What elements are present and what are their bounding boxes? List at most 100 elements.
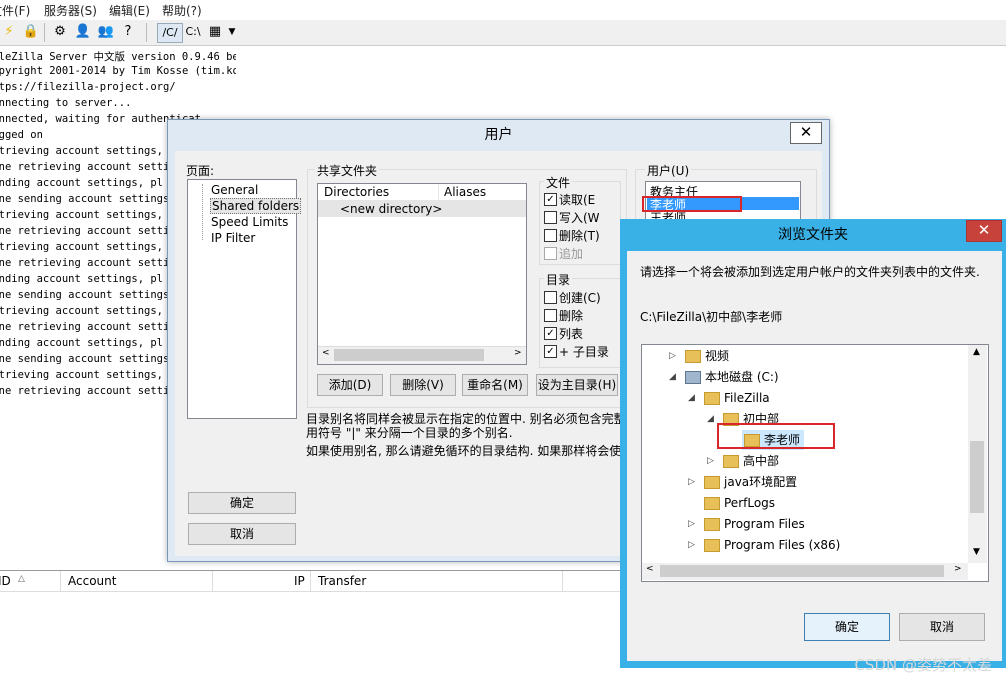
checkbox-label[interactable]: 删除(T) bbox=[559, 227, 600, 244]
scroll-right-icon[interactable]: > bbox=[954, 564, 962, 574]
checkbox[interactable]: ✓ bbox=[544, 327, 557, 340]
add-button[interactable]: 添加(D) bbox=[317, 374, 383, 396]
tree-item[interactable]: 本地磁盘 (C:) bbox=[685, 367, 779, 387]
vertical-scrollbar[interactable]: ▲ ▼ bbox=[968, 345, 987, 563]
grid-icon[interactable]: ▦ bbox=[206, 23, 224, 41]
log-line: Retrieving account settings, please wait… bbox=[0, 145, 162, 157]
close-button[interactable]: ✕ bbox=[790, 122, 822, 144]
set-home-button[interactable]: 设为主目录(H) bbox=[536, 374, 618, 396]
scroll-right-icon[interactable]: > bbox=[514, 348, 522, 358]
collapse-arrow-icon[interactable]: ◢ bbox=[669, 372, 676, 382]
chevron-down-icon[interactable]: ▼ bbox=[226, 23, 238, 41]
scroll-left-icon[interactable]: < bbox=[646, 564, 654, 574]
path-style-button[interactable]: /C/ bbox=[157, 23, 183, 43]
expand-arrow-icon[interactable]: ▷ bbox=[669, 351, 676, 361]
checkbox-label[interactable]: 写入(W bbox=[559, 209, 600, 226]
page-shared-folders[interactable]: Shared folders bbox=[210, 198, 302, 214]
ok-button[interactable]: 确定 bbox=[188, 492, 296, 514]
tree-item[interactable]: 高中部 bbox=[723, 451, 779, 471]
list-item[interactable]: <new directory> bbox=[318, 201, 526, 217]
tree-item[interactable]: 视频 bbox=[685, 346, 729, 366]
checkbox[interactable]: ✓ bbox=[544, 193, 557, 206]
log-line: FileZilla Server 中文版 version 0.9.46 beta bbox=[0, 51, 236, 63]
path-style-button-2[interactable]: C:\ bbox=[182, 23, 204, 41]
folder-icon bbox=[723, 455, 739, 468]
checkbox-label[interactable]: 追加 bbox=[559, 245, 583, 262]
directories-list[interactable]: Directories Aliases <new directory> < > bbox=[317, 183, 527, 365]
col-id[interactable]: ID bbox=[0, 574, 11, 588]
users-label: 用户(U) bbox=[645, 162, 692, 179]
col-account[interactable]: Account bbox=[68, 574, 116, 588]
checkbox-label[interactable]: 删除 bbox=[559, 307, 583, 324]
cancel-button[interactable]: 取消 bbox=[899, 613, 985, 641]
lock-icon[interactable]: 🔒 bbox=[22, 23, 40, 41]
collapse-arrow-icon[interactable]: ◢ bbox=[688, 393, 695, 403]
col-aliases[interactable]: Aliases bbox=[444, 185, 486, 199]
tree-item[interactable]: Program Files bbox=[704, 514, 805, 534]
page-speed-limits[interactable]: Speed Limits bbox=[211, 215, 288, 229]
collapse-arrow-icon[interactable]: ◢ bbox=[707, 414, 714, 424]
expand-arrow-icon[interactable]: ▷ bbox=[688, 540, 695, 550]
info-text-3: 如果使用别名, 那么请避免循环的目录结构. 如果那样将会使 bbox=[306, 444, 622, 458]
page-ip-filter[interactable]: IP Filter bbox=[211, 231, 255, 245]
groups-icon[interactable]: 👥 bbox=[97, 23, 115, 41]
horizontal-scrollbar[interactable]: < > bbox=[642, 563, 968, 580]
checkbox[interactable] bbox=[544, 291, 557, 304]
help-icon[interactable]: ? bbox=[119, 23, 137, 41]
checkbox[interactable] bbox=[544, 309, 557, 322]
tree-item[interactable]: Program Files (x86) bbox=[704, 535, 840, 555]
highlight-box bbox=[717, 423, 835, 449]
menu-edit[interactable]: 编辑(E) bbox=[109, 2, 150, 19]
scroll-down-icon[interactable]: ▼ bbox=[973, 547, 980, 557]
rename-button[interactable]: 重命名(M) bbox=[462, 374, 528, 396]
menu-help[interactable]: 帮助(?) bbox=[162, 2, 202, 19]
instruction-text: 请选择一个将会被添加到选定用户帐户的文件夹列表中的文件夹. bbox=[640, 265, 980, 279]
menu-file[interactable]: 文件(F) bbox=[0, 2, 30, 19]
log-line: Done retrieving account settings. bbox=[0, 257, 168, 269]
pages-tree: General Shared folders Speed Limits IP F… bbox=[187, 179, 302, 419]
checkbox-label[interactable]: 读取(E bbox=[559, 191, 595, 208]
menu-bar: 文件(F) 服务器(S) 编辑(E) 帮助(?) bbox=[0, 0, 1006, 20]
scrollbar-thumb[interactable] bbox=[970, 441, 984, 513]
checkbox-label[interactable]: + 子目录 bbox=[559, 343, 609, 360]
log-line: Done sending account settings. bbox=[0, 193, 168, 205]
folder-icon bbox=[704, 518, 720, 531]
users-icon[interactable]: 👤 bbox=[74, 23, 92, 41]
scrollbar-thumb[interactable] bbox=[334, 349, 484, 361]
tree-item[interactable]: PerfLogs bbox=[704, 493, 775, 513]
cancel-button[interactable]: 取消 bbox=[188, 523, 296, 545]
checkbox-label[interactable]: 列表 bbox=[559, 325, 583, 342]
shared-folders-label: 共享文件夹 bbox=[315, 162, 380, 179]
ok-button[interactable]: 确定 bbox=[804, 613, 890, 641]
expand-arrow-icon[interactable]: ▷ bbox=[688, 519, 695, 529]
toolbar-separator bbox=[44, 23, 45, 42]
expand-arrow-icon[interactable]: ▷ bbox=[688, 477, 695, 487]
checkbox[interactable]: ✓ bbox=[544, 345, 557, 358]
tree-item[interactable]: FileZilla bbox=[704, 388, 770, 408]
scroll-up-icon[interactable]: ▲ bbox=[973, 347, 980, 357]
page-general[interactable]: General bbox=[211, 183, 258, 197]
col-directories[interactable]: Directories bbox=[324, 185, 389, 199]
log-line: Done sending account settings. bbox=[0, 289, 168, 301]
tree-item[interactable]: java环境配置 bbox=[704, 472, 797, 492]
files-label: 文件 bbox=[544, 174, 573, 191]
col-ip[interactable]: IP bbox=[294, 574, 305, 588]
dialog-title: 用户 bbox=[484, 127, 513, 143]
checkbox-label[interactable]: 创建(C) bbox=[559, 289, 601, 306]
checkbox[interactable] bbox=[544, 229, 557, 242]
col-transfer[interactable]: Transfer bbox=[318, 574, 366, 588]
remove-button[interactable]: 删除(V) bbox=[390, 374, 456, 396]
connect-icon[interactable]: ⚡ bbox=[0, 23, 18, 41]
tree-item-label: 本地磁盘 (C:) bbox=[705, 370, 779, 384]
expand-arrow-icon[interactable]: ▷ bbox=[707, 456, 714, 466]
tree-item-label: 高中部 bbox=[743, 454, 780, 468]
settings-icon[interactable]: ⚙ bbox=[51, 23, 69, 41]
horizontal-scrollbar[interactable]: < > bbox=[318, 346, 526, 364]
menu-server[interactable]: 服务器(S) bbox=[44, 2, 97, 19]
close-button[interactable]: ✕ bbox=[966, 220, 1002, 242]
checkbox[interactable] bbox=[544, 211, 557, 224]
scroll-left-icon[interactable]: < bbox=[322, 348, 330, 358]
scrollbar-thumb[interactable] bbox=[660, 565, 944, 577]
folder-tree[interactable]: ▷ 视频 ◢ 本地磁盘 (C:) ◢ FileZilla ◢ 初中部 李老师 ▷ 高中部 ▷ java环… bbox=[641, 344, 989, 582]
pages-label: 页面: bbox=[186, 164, 215, 178]
